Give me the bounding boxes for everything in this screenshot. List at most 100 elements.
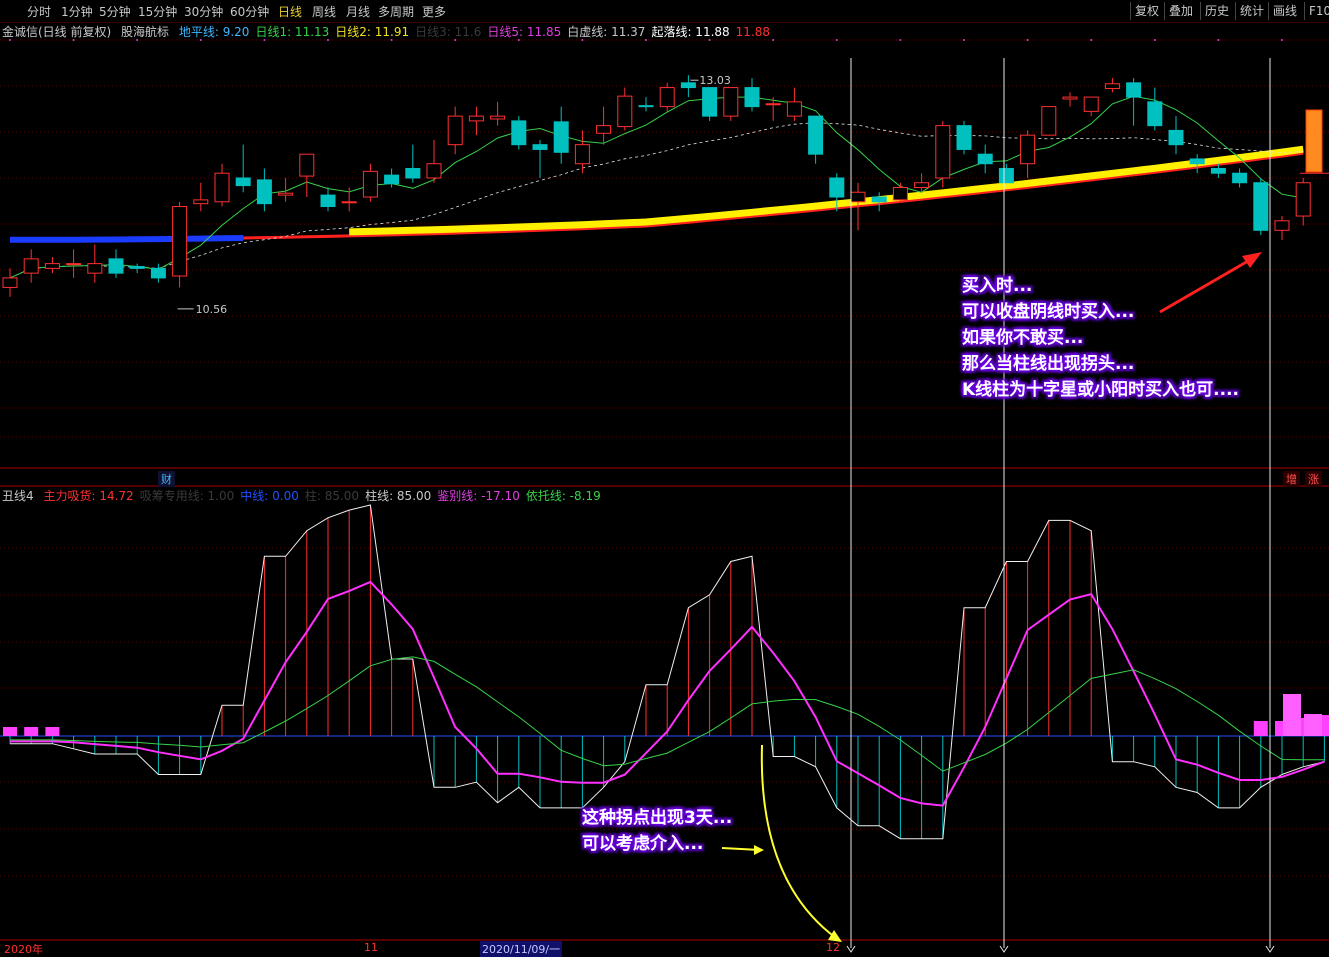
candle-body-46 (977, 153, 993, 165)
top-marker-51 (1090, 39, 1093, 41)
toolbar-btn-4[interactable]: 画线 (1268, 2, 1301, 20)
main-legend-item-3: 日线3: 11.6 (415, 25, 482, 39)
main-legend: 金诚信(日线 前复权) 股海航标 地平线: 9.20 日线1: 11.13 日线2:… (2, 23, 776, 40)
high-price-label: 13.03 (699, 74, 731, 87)
top-marker-60 (1281, 39, 1283, 41)
candle-body-18 (384, 174, 400, 185)
period-tab-5[interactable]: 60分钟 (230, 3, 269, 20)
annotation-sub-line-0: 这种拐点出现3天... (582, 808, 733, 828)
candle-body-38 (808, 115, 824, 155)
candle-body-14 (299, 153, 315, 177)
period-tab-8[interactable]: 月线 (346, 3, 370, 20)
low-price-label: 10.56 (196, 303, 228, 316)
annotation-sub-line-1: 可以考虑介入... (582, 834, 704, 854)
date-label-dec: 12 (826, 941, 840, 954)
indicator-name[interactable]: 股海航标 (121, 25, 169, 39)
sub-hist-0 (3, 727, 17, 736)
sub-legend-item-6: 依托线: -8.19 (525, 489, 601, 503)
candle-body-13 (278, 192, 294, 196)
period-tab-7[interactable]: 周线 (312, 3, 336, 20)
candle-body-33 (702, 87, 718, 117)
period-tab-3[interactable]: 15分钟 (138, 3, 177, 20)
candle-body-36 (765, 103, 781, 106)
annotation-sub: 这种拐点出现3天... 可以考虑介入... (582, 805, 732, 857)
candle-body-39 (829, 177, 845, 198)
trend-band-yellow (349, 145, 1304, 236)
candle-body-24 (511, 120, 527, 146)
sub-hist-1 (24, 727, 39, 736)
sub-legend-item-4: 柱线: 85.00 (365, 489, 432, 503)
annotation-main-line-4: K线柱为十字星或小阳时买入也可.... (962, 380, 1240, 400)
candle-body-34 (723, 87, 739, 117)
trend-band-red (243, 151, 1304, 240)
candle-body-11 (235, 177, 251, 187)
candle-body-40 (850, 191, 866, 203)
candle-body-7 (150, 267, 166, 279)
top-marker-39 (835, 39, 838, 41)
main-legend-item-4: 日线5: 11.85 (487, 25, 562, 39)
candle-body-59 (1253, 182, 1269, 231)
period-tab-2[interactable]: 5分钟 (99, 3, 131, 20)
candle-body-15 (320, 194, 336, 208)
sub-hist-59 (1253, 721, 1268, 736)
period-toolbar: 分时 1分钟 5分钟 15分钟 30分钟 60分钟 日线 周线 月线 多周期 更多 复权 叠加 历史 统计画… (0, 0, 1329, 23)
toolbar-btn-3[interactable]: 统计 (1235, 2, 1268, 20)
sub-legend-item-0: 主力吸货: 14.72 (43, 489, 134, 503)
main-legend-item-1: 日线1: 11.13 (255, 25, 330, 39)
toolbar-btn-2[interactable]: 历史 (1200, 2, 1233, 20)
period-tab-4[interactable]: 30分钟 (184, 3, 223, 20)
candle-body-58 (1232, 172, 1248, 184)
finance-tag[interactable]: 财 (158, 471, 175, 487)
main-legend-item-0: 地平线: 9.20 (178, 25, 250, 39)
candle-body-26 (553, 121, 569, 153)
main-legend-item-6: 起落线: 11.88 (651, 25, 730, 39)
candle-body-22 (468, 115, 484, 122)
ma-green-line (9, 95, 1304, 279)
candle-body-4 (87, 263, 103, 274)
top-marker-57 (1217, 39, 1220, 41)
candle-body-30 (638, 105, 654, 108)
candle-body-56 (1189, 158, 1205, 165)
candle-body-42 (892, 187, 908, 201)
sub-hist-end-a (1283, 694, 1301, 736)
annotation-main-line-1: 可以收盘阴线时买入... (962, 302, 1135, 322)
annotation-arrowhead-yellow-1 (754, 845, 764, 855)
period-tab-10[interactable]: 更多 (422, 3, 446, 20)
zeng-tag[interactable]: 增 (1283, 471, 1300, 487)
period-tab-1[interactable]: 1分钟 (61, 3, 93, 20)
period-tab-9[interactable]: 多周期 (378, 3, 414, 20)
candle-body-8 (172, 206, 188, 277)
toolbar-btn-1[interactable]: 叠加 (1164, 2, 1197, 20)
sub-legend-item-3: 柱: 85.00 (304, 489, 360, 503)
candle-body-3 (66, 263, 82, 266)
top-marker-54 (1153, 39, 1156, 41)
candle-body-53 (1126, 82, 1142, 98)
period-tab-0[interactable]: 分时 (27, 3, 51, 20)
period-tab-6[interactable]: 日线 (278, 3, 302, 20)
stock-name[interactable]: 金诚信(日线 前复权) (2, 25, 111, 39)
main-legend-item-2: 日线2: 11.91 (335, 25, 410, 39)
candle-body-5 (108, 258, 124, 274)
annotation-main-line-0: 买入时... (962, 276, 1033, 296)
sub-legend: 丑线4 主力吸货: 14.72 吸筹专用线: 1.00 中线: 0.00 柱: 85.… (2, 487, 607, 504)
sub-legend-item-1: 吸筹专用线: 1.00 (139, 489, 235, 503)
top-marker-45 (963, 39, 965, 41)
toolbar-btn-0[interactable]: 复权 (1130, 2, 1163, 20)
candle-body-61 (1295, 182, 1311, 217)
candle-body-57 (1210, 167, 1226, 174)
candle-body-31 (659, 87, 675, 108)
annotation-arrow-yellow-2 (760, 744, 837, 939)
sub-indicator-name[interactable]: 丑线4 (2, 489, 34, 503)
candle-body-0 (2, 277, 18, 288)
candle-body-35 (744, 87, 760, 108)
zhang-tag[interactable]: 涨 (1305, 471, 1322, 487)
toolbar-btn-5[interactable]: F10 (1304, 2, 1329, 20)
candle-body-29 (617, 95, 633, 128)
candle-body-49 (1041, 106, 1057, 136)
sub-white-line (10, 504, 1325, 840)
candle-body-47 (998, 167, 1014, 184)
candle-body-51 (1083, 96, 1099, 112)
candle-body-45 (956, 125, 972, 150)
candle-body-23 (490, 115, 506, 120)
annotation-arrowhead-red (1242, 252, 1262, 268)
